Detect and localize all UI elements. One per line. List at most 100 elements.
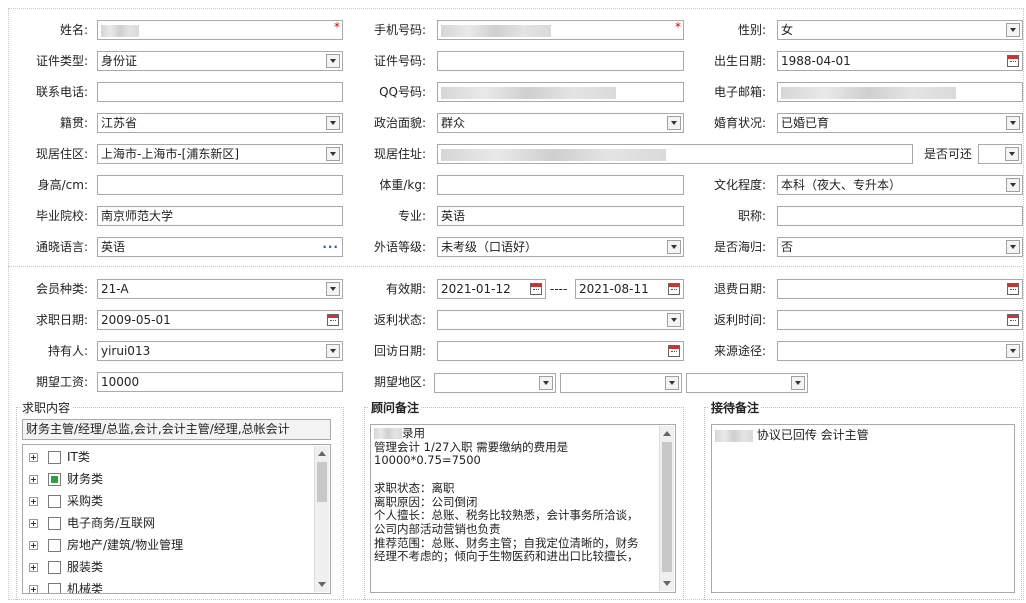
scroll-up-icon[interactable] — [318, 451, 326, 456]
calendar-icon[interactable] — [1007, 314, 1019, 326]
chevron-down-icon[interactable] — [326, 116, 340, 130]
chevron-down-icon[interactable] — [326, 344, 340, 358]
chevron-down-icon[interactable] — [665, 376, 679, 390]
calendar-icon[interactable] — [1007, 55, 1019, 67]
calendar-icon[interactable] — [668, 345, 680, 357]
holder-label: 持有人: — [47, 344, 88, 358]
scroll-down-icon[interactable] — [663, 581, 671, 586]
expand-icon[interactable] — [29, 563, 38, 572]
scroll-thumb[interactable] — [662, 442, 672, 572]
tree-item-machinery[interactable]: 机械类 — [29, 578, 103, 593]
chevron-down-icon[interactable] — [667, 240, 681, 254]
chevron-down-icon[interactable] — [1006, 178, 1020, 192]
checkbox[interactable] — [48, 583, 61, 593]
expand-icon[interactable] — [29, 453, 38, 462]
checkbox[interactable] — [48, 517, 61, 530]
calendar-icon[interactable] — [668, 283, 680, 295]
email-field[interactable] — [777, 82, 1023, 102]
region-city-select[interactable] — [560, 373, 682, 393]
member-type-select[interactable]: 21-A — [97, 279, 343, 299]
title-field[interactable] — [777, 206, 1023, 226]
salary-field[interactable]: 10000 — [97, 372, 343, 392]
valid-start-value: 2021-01-12 — [441, 282, 511, 296]
holder-select[interactable]: yirui013 — [97, 341, 343, 361]
education-select[interactable]: 本科（夜大、专升本） — [777, 175, 1023, 195]
region-province-select[interactable] — [434, 373, 556, 393]
tree-item-finance[interactable]: 财务类 — [29, 468, 103, 490]
chevron-down-icon[interactable] — [791, 376, 805, 390]
scroll-down-icon[interactable] — [318, 582, 326, 587]
chevron-down-icon[interactable] — [326, 147, 340, 161]
address-field[interactable] — [437, 144, 913, 164]
expand-icon[interactable] — [29, 497, 38, 506]
refund-date-field[interactable] — [777, 279, 1023, 299]
consultant-notes-textarea[interactable]: 录用 管理会计 1/27入职 需要缴纳的费用是 10000*0.75=7500 求职状… — [370, 424, 676, 593]
checkbox[interactable] — [48, 473, 61, 486]
tree-item-purchasing[interactable]: 采购类 — [29, 490, 103, 512]
id-type-value: 身份证 — [101, 54, 138, 68]
expand-icon[interactable] — [29, 585, 38, 593]
region-district-select[interactable] — [686, 373, 808, 393]
id-type-select[interactable]: 身份证 — [97, 51, 343, 71]
source-select[interactable] — [777, 341, 1023, 361]
gender-select[interactable]: 女 — [777, 20, 1023, 40]
chevron-down-icon[interactable] — [1006, 23, 1020, 37]
job-date-field[interactable]: 2009-05-01 — [97, 310, 343, 330]
tree-item-it[interactable]: IT类 — [29, 446, 90, 468]
overseas-select[interactable]: 否 — [777, 237, 1023, 257]
native-place-select[interactable]: 江苏省 — [97, 113, 343, 133]
language-level-select[interactable]: 未考级（口语好） — [437, 237, 684, 257]
tree-item-realestate[interactable]: 房地产/建筑/物业管理 — [29, 534, 183, 556]
language-field[interactable]: 英语 ··· — [97, 237, 343, 257]
residence-area-select[interactable]: 上海市-上海市-[浦东新区] — [97, 144, 343, 164]
chevron-down-icon[interactable] — [1006, 344, 1020, 358]
region-label: 期望地区: — [373, 375, 426, 389]
valid-start-field[interactable]: 2021-01-12 — [437, 279, 546, 299]
calendar-icon[interactable] — [530, 283, 542, 295]
chevron-down-icon[interactable] — [1006, 240, 1020, 254]
valid-end-field[interactable]: 2021-08-11 — [575, 279, 684, 299]
reception-notes-textarea[interactable]: 协议已回传 会计主管 — [711, 424, 1015, 593]
chevron-down-icon[interactable] — [326, 54, 340, 68]
checkbox[interactable] — [48, 539, 61, 552]
politics-value: 群众 — [441, 116, 466, 130]
checkbox[interactable] — [48, 451, 61, 464]
major-field[interactable]: 英语 — [437, 206, 684, 226]
more-options-icon[interactable]: ··· — [322, 238, 339, 256]
notes-scrollbar[interactable] — [659, 426, 674, 591]
scroll-up-icon[interactable] — [663, 431, 671, 436]
expand-icon[interactable] — [29, 475, 38, 484]
checkbox[interactable] — [48, 495, 61, 508]
expand-icon[interactable] — [29, 541, 38, 550]
visit-date-field[interactable] — [437, 341, 684, 361]
id-number-field[interactable] — [437, 51, 684, 71]
tree-item-ecommerce[interactable]: 电子商务/互联网 — [29, 512, 155, 534]
job-category-tree[interactable]: IT类 财务类 采购类 电子商务/互联网 房地产/建筑/物业管理 服装类 机械类 — [22, 444, 331, 594]
checkbox[interactable] — [48, 561, 61, 574]
available-select[interactable] — [978, 144, 1022, 164]
birthday-field[interactable]: 1988-04-01 — [777, 51, 1023, 71]
weight-field[interactable] — [437, 175, 684, 195]
tree-item-apparel[interactable]: 服装类 — [29, 556, 103, 578]
scroll-thumb[interactable] — [317, 462, 327, 502]
rebate-time-field[interactable] — [777, 310, 1023, 330]
phone-field[interactable] — [97, 82, 343, 102]
calendar-icon[interactable] — [327, 314, 339, 326]
tree-scrollbar[interactable] — [314, 446, 329, 592]
rebate-status-select[interactable] — [437, 310, 684, 330]
marital-select[interactable]: 已婚已育 — [777, 113, 1023, 133]
qq-field[interactable] — [437, 82, 684, 102]
calendar-icon[interactable] — [1007, 283, 1019, 295]
school-field[interactable]: 南京师范大学 — [97, 206, 343, 226]
height-field[interactable] — [97, 175, 343, 195]
chevron-down-icon[interactable] — [667, 313, 681, 327]
chevron-down-icon[interactable] — [326, 282, 340, 296]
chevron-down-icon[interactable] — [1005, 147, 1019, 161]
expand-icon[interactable] — [29, 519, 38, 528]
chevron-down-icon[interactable] — [1006, 116, 1020, 130]
chevron-down-icon[interactable] — [539, 376, 553, 390]
politics-select[interactable]: 群众 — [437, 113, 684, 133]
chevron-down-icon[interactable] — [667, 116, 681, 130]
name-field[interactable]: * — [97, 20, 343, 40]
mobile-field[interactable]: * — [437, 20, 684, 40]
